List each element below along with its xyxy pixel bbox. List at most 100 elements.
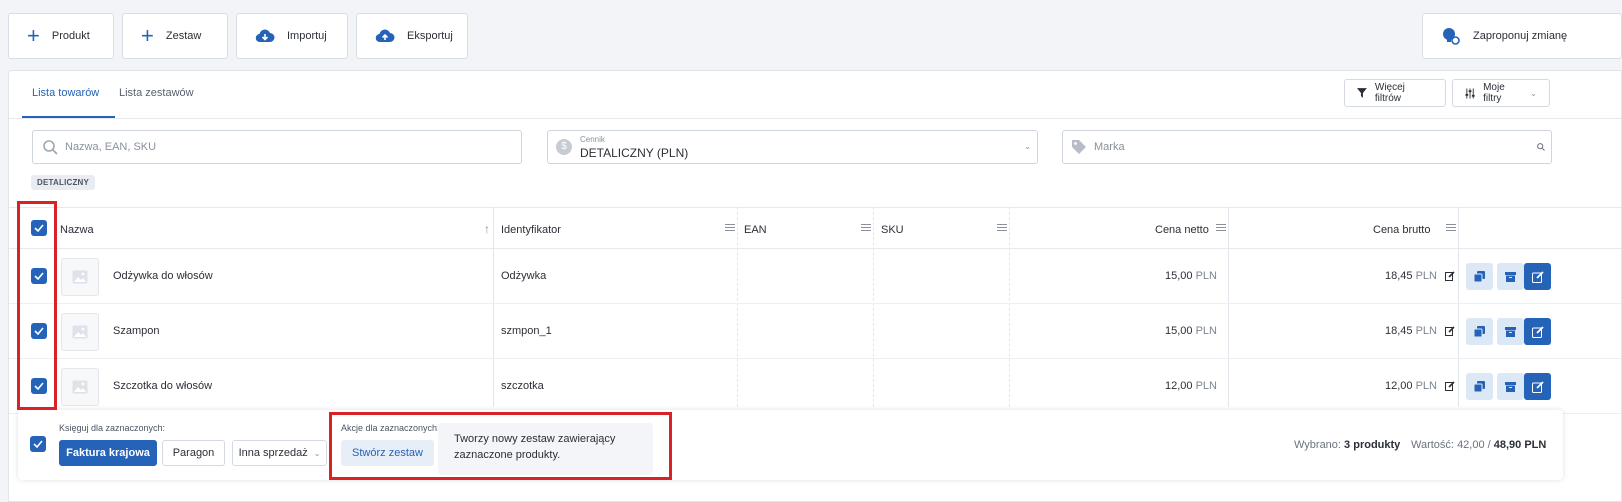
my-filters-dropdown[interactable]: Moje filtry ⌄ — [1452, 79, 1550, 107]
dollar-icon: $ — [556, 139, 572, 155]
bulk-select-checkbox[interactable] — [30, 436, 46, 452]
column-ean[interactable]: EAN — [744, 224, 767, 236]
search-field[interactable]: Nazwa, EAN, SKU — [32, 130, 522, 164]
currency: PLN — [1195, 325, 1217, 337]
pricelist-select[interactable]: $ Cennik DETALICZNY (PLN) ⌄ — [547, 130, 1038, 164]
edit-button[interactable] — [1524, 373, 1551, 400]
my-filters-label: Moje filtry — [1483, 82, 1505, 104]
import-label: Importuj — [287, 30, 327, 42]
duplicate-button[interactable] — [1466, 373, 1493, 400]
more-filters-label: Więcej filtrów — [1374, 82, 1405, 104]
export-button[interactable]: Eksportuj — [356, 13, 468, 59]
column-menu-icon[interactable] — [725, 224, 735, 233]
column-name[interactable]: Nazwa — [60, 224, 94, 236]
table-header: Nazwa ↑ Identyfikator EAN SKU Cena netto… — [9, 207, 1621, 249]
add-set-button[interactable]: + Zestaw — [122, 13, 228, 59]
column-identifier[interactable]: Identyfikator — [501, 224, 561, 236]
filter-icon — [1357, 88, 1367, 98]
domestic-invoice-button[interactable]: Faktura krajowa — [59, 440, 157, 466]
table-row[interactable]: Szczotka do włosów szczotka 12,00 PLN 12… — [9, 359, 1621, 414]
suggest-change-label: Zaproponuj zmianę — [1473, 30, 1568, 42]
brand-field[interactable]: Marka — [1062, 130, 1552, 164]
product-thumbnail — [61, 313, 99, 351]
currency: PLN — [1195, 270, 1217, 282]
selected-count: 3 produkty — [1344, 439, 1401, 451]
value-net: 42,00 / — [1457, 439, 1491, 451]
pricelist-value: DETALICZNY (PLN) — [580, 146, 689, 160]
copy-icon — [1474, 271, 1485, 282]
receipt-button[interactable]: Paragon — [162, 440, 225, 466]
table-row[interactable]: Szampon szmpon_1 15,00 PLN 18,45 PLN — [9, 304, 1621, 359]
product-name[interactable]: Szczotka do włosów — [113, 380, 212, 392]
net-price: 15,00 PLN — [1165, 325, 1217, 337]
archive-button[interactable] — [1497, 318, 1524, 345]
pricelist-badge: DETALICZNY — [31, 175, 96, 190]
archive-button[interactable] — [1497, 373, 1524, 400]
image-placeholder-icon — [72, 270, 88, 284]
product-name[interactable]: Szampon — [113, 325, 159, 337]
column-menu-icon[interactable] — [1216, 224, 1226, 233]
table-row[interactable]: Odżywka do włosów Odżywka 15,00 PLN 18,4… — [9, 249, 1621, 304]
net-price: 12,00 PLN — [1165, 380, 1217, 392]
archive-icon — [1505, 381, 1516, 392]
search-placeholder: Nazwa, EAN, SKU — [65, 141, 157, 153]
pricelist-label: Cennik — [580, 135, 605, 144]
edit-button[interactable] — [1524, 318, 1551, 345]
edit-price-icon[interactable] — [1445, 326, 1455, 336]
currency: PLN — [1415, 380, 1437, 392]
gross-price-value: 12,00 — [1385, 380, 1413, 392]
lightbulb-gear-icon — [1443, 28, 1460, 45]
duplicate-button[interactable] — [1466, 318, 1493, 345]
value-gross: 48,90 PLN — [1493, 439, 1547, 451]
archive-icon — [1505, 326, 1516, 337]
edit-price-icon[interactable] — [1445, 381, 1455, 391]
column-sku[interactable]: SKU — [881, 224, 904, 236]
edit-icon — [1531, 270, 1544, 283]
search-icon — [43, 140, 58, 155]
column-net-price[interactable]: Cena netto — [1155, 224, 1209, 236]
archive-icon — [1505, 271, 1516, 282]
suggest-change-button[interactable]: Zaproponuj zmianę — [1422, 13, 1622, 59]
net-price-value: 15,00 — [1165, 325, 1193, 337]
check-icon — [33, 440, 43, 448]
chevron-down-icon: ⌄ — [1024, 142, 1031, 151]
archive-button[interactable] — [1497, 263, 1524, 290]
gross-price: 12,00 PLN — [1385, 380, 1437, 392]
net-price-value: 12,00 — [1165, 380, 1193, 392]
gross-price: 18,45 PLN — [1385, 270, 1437, 282]
add-product-label: Produkt — [51, 30, 90, 42]
sort-arrow-icon[interactable]: ↑ — [484, 222, 490, 236]
gross-price-value: 18,45 — [1385, 270, 1413, 282]
add-product-button[interactable]: + Produkt — [8, 13, 114, 59]
toolbar: + Produkt + Zestaw Importuj Eksportuj Za… — [0, 0, 1622, 70]
other-sale-label: Inna sprzedaż — [238, 447, 308, 459]
edit-icon — [1531, 325, 1544, 338]
chevron-down-icon: ⌄ — [313, 448, 321, 458]
currency: PLN — [1195, 380, 1217, 392]
sliders-icon — [1465, 87, 1475, 99]
plus-icon: + — [27, 23, 40, 48]
other-sale-dropdown[interactable]: Inna sprzedaż ⌄ — [232, 440, 327, 466]
column-menu-icon[interactable] — [1446, 224, 1456, 233]
column-menu-icon[interactable] — [861, 224, 871, 233]
product-name[interactable]: Odżywka do włosów — [113, 270, 213, 282]
currency: PLN — [1415, 325, 1437, 337]
tab-bar: Lista towarów Lista zestawów Więcej filt… — [9, 71, 1621, 119]
post-selected-label: Księguj dla zaznaczonych: — [59, 423, 166, 433]
edit-price-icon[interactable] — [1445, 271, 1455, 281]
highlight-checkboxes-box — [17, 201, 57, 410]
column-menu-icon[interactable] — [997, 224, 1007, 233]
tab-product-list[interactable]: Lista towarów — [32, 87, 99, 99]
edit-button[interactable] — [1524, 263, 1551, 290]
copy-icon — [1474, 381, 1485, 392]
more-filters-button[interactable]: Więcej filtrów — [1344, 79, 1446, 107]
duplicate-button[interactable] — [1466, 263, 1493, 290]
export-label: Eksportuj — [407, 30, 453, 42]
column-gross-price[interactable]: Cena brutto — [1373, 224, 1430, 236]
product-identifier: szmpon_1 — [501, 325, 552, 337]
cloud-upload-icon — [375, 29, 395, 43]
import-button[interactable]: Importuj — [236, 13, 348, 59]
net-price-value: 15,00 — [1165, 270, 1193, 282]
brand-placeholder: Marka — [1094, 141, 1125, 153]
tab-set-list[interactable]: Lista zestawów — [119, 87, 194, 99]
